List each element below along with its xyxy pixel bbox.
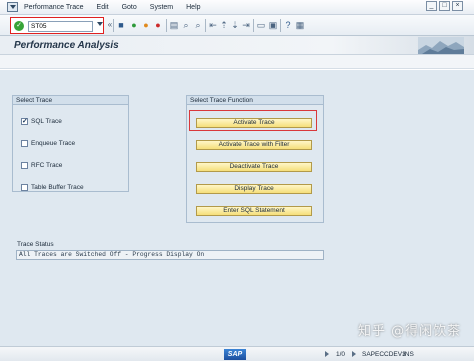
- input-mode: INS: [403, 351, 414, 358]
- deactivate-trace-button[interactable]: Deactivate Trace: [196, 162, 312, 172]
- prev-page-icon[interactable]: ⇡: [219, 20, 229, 30]
- print-icon[interactable]: ▤: [169, 20, 179, 30]
- toolbar-separator: [166, 19, 167, 32]
- page-title: Performance Analysis: [14, 40, 119, 51]
- first-page-icon[interactable]: ⇤: [208, 20, 218, 30]
- command-field[interactable]: [28, 21, 93, 32]
- find-next-icon[interactable]: ⌕: [193, 20, 203, 30]
- enter-sql-statement-button[interactable]: Enter SQL Statement: [196, 206, 312, 216]
- checkbox[interactable]: [21, 184, 28, 191]
- activate-trace-filter-button[interactable]: Activate Trace with Filter: [196, 140, 312, 150]
- sap-logo: SAP: [224, 349, 246, 360]
- back-icon[interactable]: ●: [129, 20, 139, 30]
- sql-trace-option[interactable]: ✓ SQL Trace: [21, 118, 62, 125]
- help-icon[interactable]: ?: [283, 20, 293, 30]
- exit-icon[interactable]: ●: [141, 20, 151, 30]
- trace-status-field: All Traces are Switched Off - Progress D…: [16, 250, 324, 260]
- activate-trace-button[interactable]: Activate Trace: [196, 118, 312, 128]
- toolbar-separator: [205, 19, 206, 32]
- main-content: Select Trace ✓ SQL Trace Enqueue Trace R…: [0, 70, 474, 346]
- find-icon[interactable]: ⌕: [181, 20, 191, 30]
- command-field-highlight: ✓: [10, 17, 104, 34]
- table-buffer-trace-option[interactable]: Table Buffer Trace: [21, 184, 84, 191]
- option-label: RFC Trace: [31, 162, 63, 169]
- toolbar-separator: [280, 19, 281, 32]
- last-page-icon[interactable]: ⇥: [241, 20, 251, 30]
- cancel-icon[interactable]: ●: [153, 20, 163, 30]
- minimize-icon[interactable]: _: [426, 1, 437, 11]
- select-trace-heading: Select Trace: [13, 96, 128, 105]
- checkbox-checked[interactable]: ✓: [21, 118, 28, 125]
- standard-toolbar: ✓ « ■ ● ● ● ▤ ⌕ ⌕ ⇤ ⇡ ⇣ ⇥ ▭ ▣ ? ▦: [0, 15, 474, 36]
- toolbar-separator: [253, 19, 254, 32]
- menu-goto[interactable]: Goto: [122, 4, 137, 11]
- save-icon[interactable]: ■: [116, 20, 126, 30]
- menu-performance-trace[interactable]: Performance Trace: [24, 4, 84, 11]
- checkbox[interactable]: [21, 140, 28, 147]
- application-toolbar: [0, 55, 474, 69]
- trace-function-heading: Select Trace Function: [187, 96, 323, 105]
- next-page-icon[interactable]: ⇣: [230, 20, 240, 30]
- option-label: SQL Trace: [31, 118, 62, 125]
- title-bar: Performance Analysis: [0, 36, 474, 55]
- menu-bar: Performance Trace Edit Goto System Help …: [0, 0, 474, 15]
- toolbar-separator: [113, 19, 114, 32]
- status-bar: SAP 1/0 SAPECCDEV3 INS: [0, 346, 474, 361]
- watermark: 知乎 @得闲饮茶: [358, 324, 462, 339]
- display-trace-button[interactable]: Display Trace: [196, 184, 312, 194]
- menu-edit[interactable]: Edit: [97, 4, 109, 11]
- close-icon[interactable]: ×: [452, 1, 463, 11]
- layout-icon[interactable]: ▦: [295, 20, 305, 30]
- expand-icon[interactable]: [325, 351, 329, 357]
- chevron-down-icon[interactable]: [97, 22, 103, 26]
- sap-decoration-icon: [418, 37, 464, 54]
- enqueue-trace-option[interactable]: Enqueue Trace: [21, 140, 75, 147]
- option-label: Table Buffer Trace: [31, 184, 84, 191]
- system-menu-icon[interactable]: [7, 2, 18, 12]
- maximize-icon[interactable]: □: [439, 1, 450, 11]
- page-arrow-icon[interactable]: [352, 351, 356, 357]
- rfc-trace-option[interactable]: RFC Trace: [21, 162, 62, 169]
- menu-system[interactable]: System: [150, 4, 173, 11]
- trace-status-label: Trace Status: [17, 241, 54, 248]
- enter-icon[interactable]: ✓: [14, 21, 24, 31]
- page-indicator: 1/0: [336, 351, 346, 358]
- checkbox[interactable]: [21, 162, 28, 169]
- new-session-icon[interactable]: ▭: [256, 20, 266, 30]
- menu-help[interactable]: Help: [186, 4, 200, 11]
- select-trace-group: Select Trace ✓ SQL Trace Enqueue Trace R…: [12, 95, 129, 192]
- shortcut-icon[interactable]: ▣: [268, 20, 278, 30]
- option-label: Enqueue Trace: [31, 140, 76, 147]
- system-name: SAPECCDEV3: [362, 351, 406, 358]
